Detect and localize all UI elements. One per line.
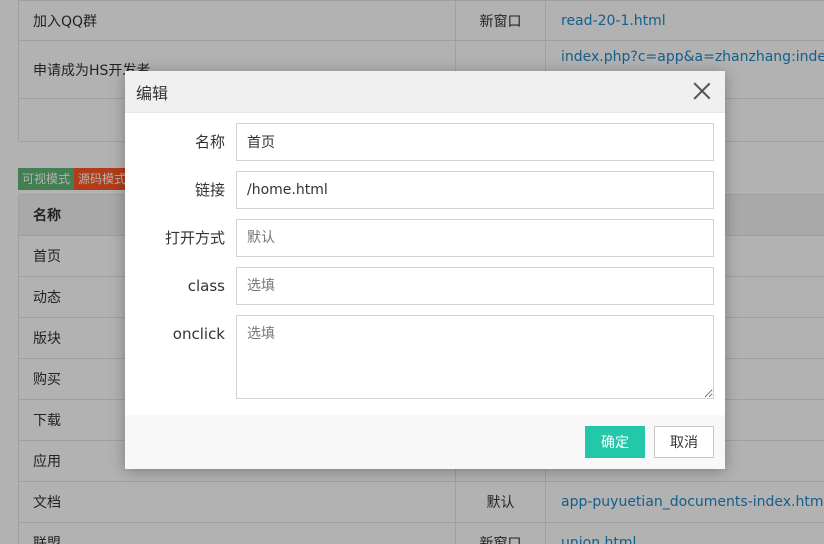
class-label: class [187, 277, 225, 295]
form-row-onclick: onclick [125, 315, 725, 399]
form-row-name: 名称 [125, 123, 725, 161]
dialog-title: 编辑 [136, 83, 169, 103]
edit-form: 名称 链接 打开方式 class onclick [125, 113, 725, 399]
link-input[interactable] [236, 171, 714, 209]
target-input[interactable] [236, 219, 714, 257]
dialog-header: 编辑 [125, 71, 725, 113]
class-input[interactable] [236, 267, 714, 305]
target-label: 打开方式 [164, 229, 225, 247]
name-input[interactable] [236, 123, 714, 161]
close-icon[interactable] [693, 82, 711, 100]
dialog-footer: 确定 取消 [125, 415, 725, 469]
form-row-link: 链接 [125, 171, 725, 209]
form-row-class: class [125, 267, 725, 305]
form-row-target: 打开方式 [125, 219, 725, 257]
edit-dialog: 编辑 名称 链接 打开方式 class onclick 确定 取消 [125, 71, 725, 469]
onclick-textarea[interactable] [236, 315, 714, 399]
cancel-button[interactable]: 取消 [654, 426, 714, 458]
onclick-label: onclick [172, 325, 225, 343]
name-label: 名称 [194, 133, 225, 151]
confirm-button[interactable]: 确定 [585, 426, 645, 458]
link-label: 链接 [194, 181, 225, 199]
